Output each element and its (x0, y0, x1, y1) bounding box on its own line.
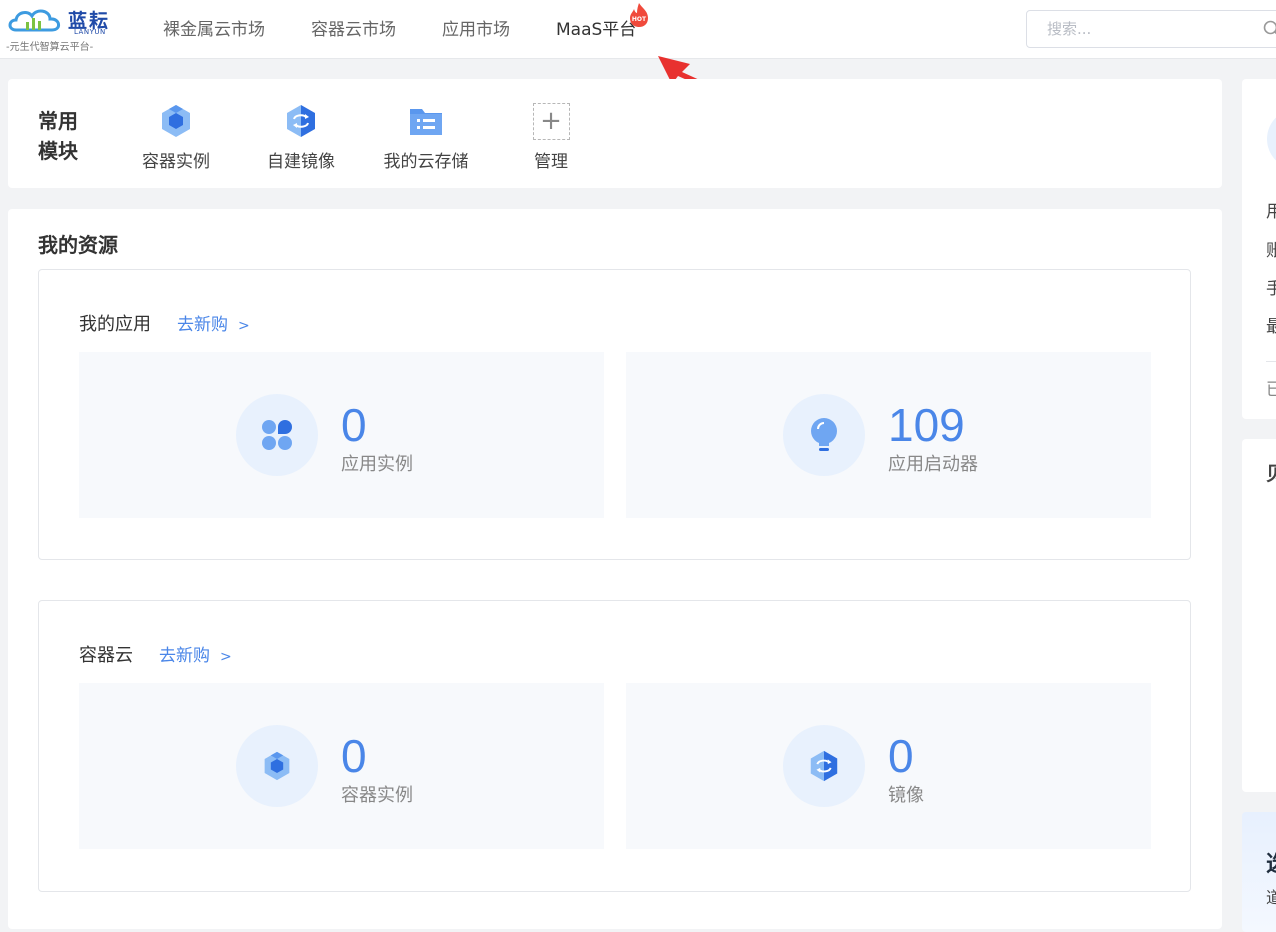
brand-logo[interactable]: 蓝耘 LANYUN -元生代智算云平台- (6, 4, 118, 54)
module-label: 容器实例 (126, 147, 226, 172)
search-icon[interactable] (1263, 20, 1276, 38)
stat-value: 0 (341, 400, 367, 450)
my-apps-panel: 我的应用 去新购 > 0 应用实例 (38, 269, 1191, 560)
nav-item-maas-label: MaaS平台 (556, 20, 636, 40)
billing-card: 贝 (1242, 439, 1276, 792)
buy-link-label: 去新购 (177, 315, 228, 335)
promo-card[interactable]: 选 道 (1242, 812, 1276, 932)
cloud-logo-icon (6, 4, 66, 36)
stat-label: 应用启动器 (888, 450, 978, 476)
account-row-1: 用 (1266, 197, 1276, 222)
plus-icon: + (501, 101, 601, 141)
module-label: 管理 (501, 147, 601, 172)
avatar[interactable] (1267, 109, 1276, 169)
my-apps-title: 我的应用 (79, 310, 151, 336)
brand-slogan: -元生代智算云平台- (6, 38, 93, 53)
container-instance-icon (236, 725, 318, 807)
divider (1266, 361, 1276, 362)
module-label: 我的云存储 (376, 147, 476, 172)
nav-item-app-market[interactable]: 应用市场 (442, 0, 510, 58)
account-summary-card: 用 账 手 最 已 (1242, 79, 1276, 419)
account-row-4: 最 (1266, 312, 1276, 337)
top-navigation-bar: 蓝耘 LANYUN -元生代智算云平台- 裸金属云市场 容器云市场 应用市场 M… (0, 0, 1276, 59)
promo-card-title: 选 (1266, 846, 1276, 878)
lightbulb-icon (783, 394, 865, 476)
stat-label: 应用实例 (341, 450, 413, 476)
my-apps-header: 我的应用 去新购 > (79, 310, 250, 336)
module-label: 自建镜像 (251, 147, 351, 172)
container-instance-icon (126, 101, 226, 141)
stat-label: 容器实例 (341, 781, 413, 807)
stat-label: 镜像 (888, 781, 924, 807)
billing-card-title: 贝 (1266, 459, 1276, 486)
stat-value: 0 (341, 731, 367, 781)
stat-images[interactable]: 0 镜像 (626, 683, 1151, 849)
module-cloud-storage[interactable]: 我的云存储 (376, 101, 476, 172)
my-apps-buy-link[interactable]: 去新购 > (177, 310, 250, 335)
stat-app-launchers[interactable]: 109 应用启动器 (626, 352, 1151, 518)
image-icon (783, 725, 865, 807)
stat-container-instances[interactable]: 0 容器实例 (79, 683, 604, 849)
stat-value: 0 (888, 731, 914, 781)
hot-badge-text: HOT (632, 16, 647, 23)
chevron-right-icon: > (220, 649, 232, 665)
module-manage[interactable]: + 管理 (501, 101, 601, 172)
common-modules-title: 常用 模块 (38, 106, 88, 166)
account-row-5: 已 (1266, 375, 1276, 400)
brand-name-en: LANYUN (74, 28, 106, 36)
container-cloud-header: 容器云 去新购 > (79, 641, 232, 667)
hot-flame-icon: HOT (628, 2, 650, 28)
my-resources-card: 我的资源 我的应用 去新购 > 0 应用实例 (8, 209, 1222, 929)
module-container-instance[interactable]: 容器实例 (126, 101, 226, 172)
account-row-3: 手 (1266, 274, 1276, 299)
chevron-right-icon: > (238, 318, 250, 334)
common-modules-title-text: 常用 模块 (38, 109, 78, 163)
my-resources-title: 我的资源 (38, 229, 118, 258)
container-cloud-buy-link[interactable]: 去新购 > (159, 641, 232, 666)
search-box[interactable] (1026, 10, 1276, 48)
module-self-built-image[interactable]: 自建镜像 (251, 101, 351, 172)
nav-item-container-market[interactable]: 容器云市场 (311, 0, 396, 58)
image-icon (251, 101, 351, 141)
main-nav: 裸金属云市场 容器云市场 应用市场 MaaS平台 HOT (140, 0, 659, 58)
nav-item-maas[interactable]: MaaS平台 HOT (556, 0, 636, 58)
cloud-storage-icon (376, 101, 476, 141)
account-row-2: 账 (1266, 236, 1276, 261)
nav-item-bare-metal[interactable]: 裸金属云市场 (163, 0, 265, 58)
buy-link-label: 去新购 (159, 646, 210, 666)
search-input[interactable] (1045, 19, 1229, 39)
container-cloud-title: 容器云 (79, 641, 133, 667)
app-grid-icon (236, 394, 318, 476)
common-modules-card: 常用 模块 容器实例 自建镜像 (8, 79, 1222, 188)
promo-card-sub: 道 (1266, 884, 1276, 908)
stat-value: 109 (888, 400, 965, 450)
stat-app-instances[interactable]: 0 应用实例 (79, 352, 604, 518)
container-cloud-panel: 容器云 去新购 > 0 容器实例 (38, 600, 1191, 892)
